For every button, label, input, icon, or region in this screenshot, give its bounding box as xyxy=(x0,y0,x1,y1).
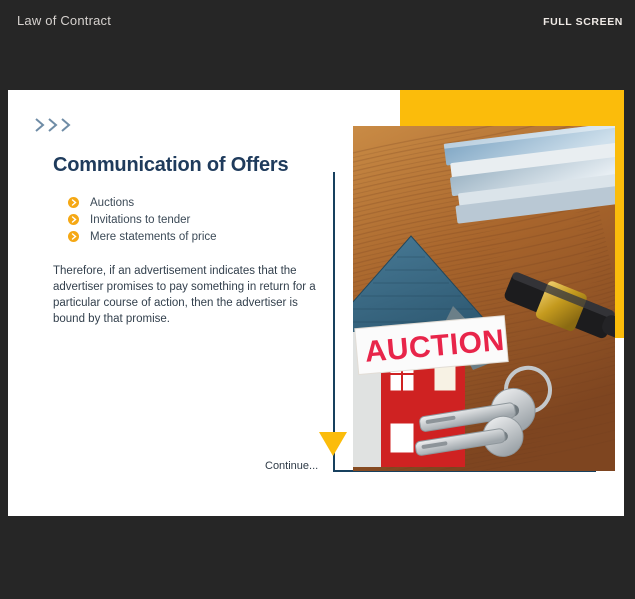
bullet-label: Invitations to tender xyxy=(90,213,191,226)
chevron-right-circle-icon xyxy=(68,197,79,208)
list-item: Auctions xyxy=(68,194,217,211)
course-title: Law of Contract xyxy=(17,13,112,28)
list-item: Mere statements of price xyxy=(68,228,217,245)
course-player: Law of Contract FULL SCREEN AUCTION Comm… xyxy=(0,0,635,599)
slide-bullet-list: Auctions Invitations to tender Mere stat… xyxy=(68,194,217,245)
player-top-bar: Law of Contract FULL SCREEN xyxy=(0,0,635,48)
bullet-label: Auctions xyxy=(90,196,135,209)
continue-label: Continue... xyxy=(265,460,319,472)
triple-chevron-right-icon xyxy=(34,117,72,133)
slide-title: Communication of Offers xyxy=(53,154,289,176)
list-item: Invitations to tender xyxy=(68,211,217,228)
player-control-bar xyxy=(0,556,635,599)
slide-paragraph: Therefore, if an advertisement indicates… xyxy=(53,265,316,325)
bullet-label: Mere statements of price xyxy=(90,230,217,243)
chevron-right-circle-icon xyxy=(68,214,79,225)
continue-arrow-icon xyxy=(319,432,347,456)
slide-stage: AUCTION Communication of Offers Auctions… xyxy=(8,90,624,516)
chevron-right-circle-icon xyxy=(68,231,79,242)
fullscreen-button[interactable]: FULL SCREEN xyxy=(543,16,623,28)
auction-house-gavel-photo: AUCTION xyxy=(353,126,615,471)
